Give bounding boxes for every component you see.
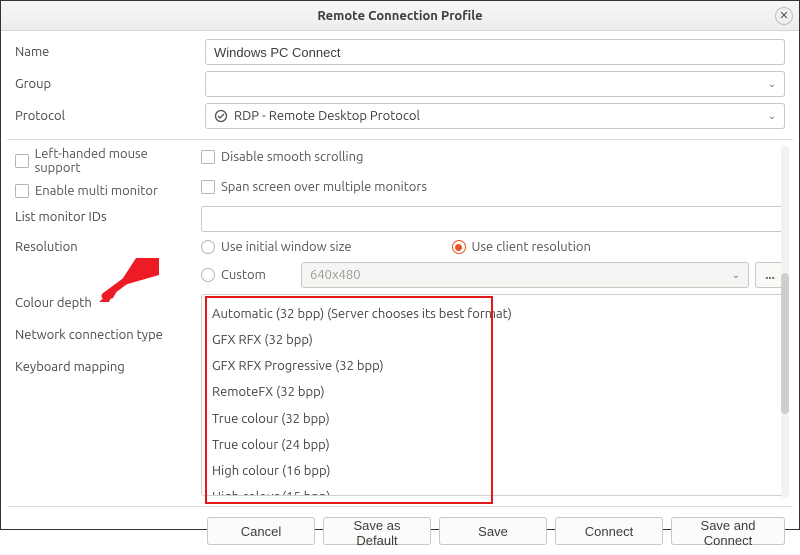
footer-spacer [15,517,199,545]
radio-icon [452,240,466,254]
protocol-value: RDP - Remote Desktop Protocol [234,109,420,123]
ellipsis-icon: ... [765,268,775,282]
cancel-button[interactable]: Cancel [207,517,315,545]
resolution-initial-label: Use initial window size [221,240,352,254]
enable-multi-monitor-checkbox[interactable]: Enable multi monitor [15,180,158,202]
name-input[interactable] [205,39,785,65]
colour-depth-option[interactable]: High colour (16 bpp) [202,458,784,484]
resolution-client-radio[interactable]: Use client resolution [452,236,591,258]
resolution-initial-radio[interactable]: Use initial window size [201,236,352,258]
colour-depth-option[interactable]: Automatic (32 bpp) (Server chooses its b… [202,301,784,327]
panel-scrollbar[interactable] [781,146,789,498]
resolution-custom-label: Custom [221,268,266,282]
span-multiple-checkbox[interactable]: Span screen over multiple monitors [201,176,427,198]
close-button[interactable]: ✕ [775,7,793,25]
multi-monitor-label: Enable multi monitor [35,184,158,198]
chevron-down-icon: ⌄ [732,269,740,281]
save-as-default-button[interactable]: Save as Default [323,517,431,545]
connect-button[interactable]: Connect [555,517,663,545]
colour-depth-label: Colour depth [15,296,201,310]
colour-depth-option[interactable]: True colour (24 bpp) [202,432,784,458]
group-combo[interactable]: ⌄ [205,71,785,97]
group-label: Group [15,77,205,91]
network-type-label: Network connection type [15,328,201,342]
save-and-connect-button[interactable]: Save and Connect [671,517,785,545]
colour-depth-option[interactable]: GFX RFX (32 bpp) [202,327,784,353]
colour-depth-listbox[interactable]: Automatic (32 bpp) (Server chooses its b… [201,294,785,496]
resolution-label: Resolution [15,236,201,254]
protocol-label: Protocol [15,109,205,123]
colour-depth-option[interactable]: RemoteFX (32 bpp) [202,379,784,405]
chevron-down-icon: ⌄ [768,78,776,90]
checkbox-icon [201,180,215,194]
span-multiple-label: Span screen over multiple monitors [221,180,427,194]
protocol-combo[interactable]: RDP - Remote Desktop Protocol ⌄ [205,103,785,129]
name-label: Name [15,45,205,59]
titlebar: Remote Connection Profile ✕ [1,1,799,31]
checkbox-icon [15,184,29,198]
close-icon: ✕ [779,9,788,22]
chevron-down-icon: ⌄ [768,110,776,122]
list-monitor-ids-label: List monitor IDs [15,206,201,224]
keyboard-mapping-label: Keyboard mapping [15,360,201,374]
resolution-custom-radio[interactable]: Custom [201,264,285,286]
colour-depth-option[interactable]: GFX RFX Progressive (32 bpp) [202,353,784,379]
left-handed-checkbox[interactable]: Left-handed mouse support [15,150,191,172]
profile-header: Name Group ⌄ Protocol RDP - Remote Deskt… [1,31,799,139]
list-monitor-ids-input[interactable] [201,206,785,232]
checkbox-icon [201,150,215,164]
disable-smooth-label: Disable smooth scrolling [221,150,363,164]
left-handed-label: Left-handed mouse support [35,147,191,175]
window-title: Remote Connection Profile [317,9,482,23]
dialog-footer: Cancel Save as Default Save Connect Save… [1,507,799,555]
resolution-custom-value: 640x480 [310,268,361,282]
options-panel: Left-handed mouse support Disable smooth… [7,139,793,507]
radio-icon [201,240,215,254]
radio-icon [201,268,215,282]
colour-depth-option[interactable]: True colour (32 bpp) [202,406,784,432]
disable-smooth-scrolling-checkbox[interactable]: Disable smooth scrolling [201,146,363,168]
colour-depth-option[interactable]: High colour (15 bpp) [202,484,784,496]
resolution-client-label: Use client resolution [472,240,591,254]
resolution-custom-select: 640x480 ⌄ [301,262,749,288]
rdp-protocol-icon [214,109,228,123]
scrollbar-thumb[interactable] [781,273,789,414]
checkbox-icon [15,154,29,168]
save-button[interactable]: Save [439,517,547,545]
